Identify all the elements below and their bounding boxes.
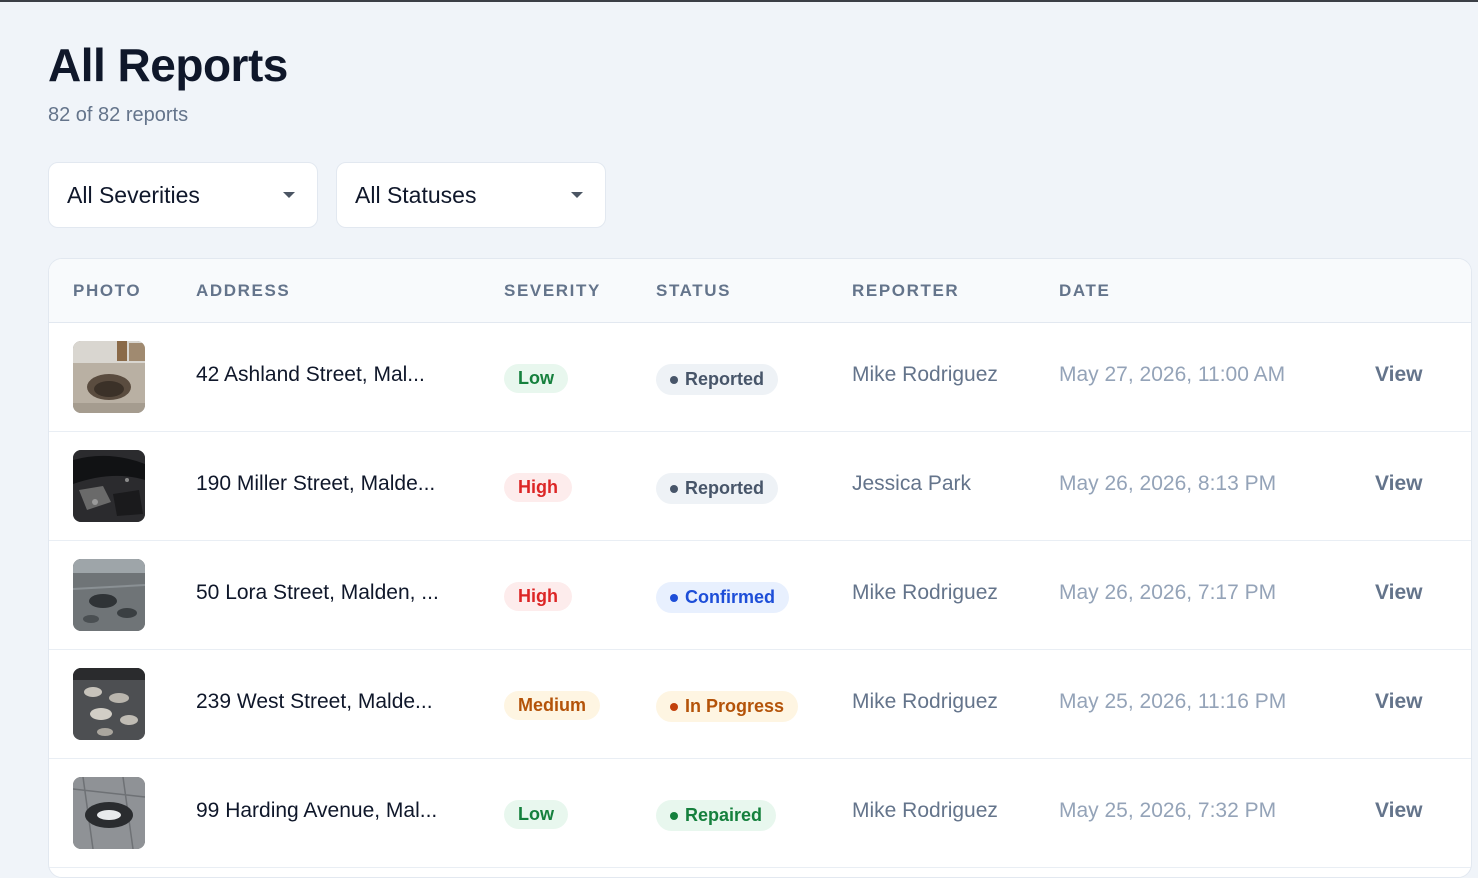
report-address: 190 Miller Street, Malde... — [196, 472, 436, 495]
report-date: May 26, 2026, 8:13 PM — [1059, 472, 1277, 495]
status-badge: In Progress — [656, 691, 799, 722]
report-reporter: Mike Rodriguez — [852, 363, 998, 386]
status-dot-icon — [670, 702, 678, 711]
severity-filter-value: All Severities — [67, 181, 200, 208]
severity-badge: High — [504, 473, 572, 502]
report-address: 239 West Street, Malde... — [196, 690, 433, 713]
severity-badge: High — [504, 582, 572, 611]
severity-badge: Medium — [504, 691, 601, 720]
status-label: Repaired — [685, 805, 763, 825]
status-dot-icon — [670, 375, 678, 384]
status-badge: Reported — [656, 364, 779, 395]
reports-table: PHOTO ADDRESS SEVERITY STATUS REPORTER D… — [48, 258, 1472, 878]
report-photo[interactable] — [73, 777, 145, 849]
header-reporter: REPORTER — [852, 281, 960, 300]
severity-badge: Low — [504, 800, 568, 829]
status-badge: Confirmed — [656, 582, 789, 613]
report-reporter: Mike Rodriguez — [852, 799, 998, 822]
view-report-link[interactable]: View — [1375, 472, 1422, 496]
report-date: May 25, 2026, 7:32 PM — [1059, 799, 1277, 822]
status-dot-icon — [670, 484, 678, 493]
header-date: DATE — [1059, 281, 1111, 300]
status-label: In Progress — [685, 696, 785, 716]
report-reporter: Mike Rodriguez — [852, 581, 998, 604]
severity-filter-select[interactable]: All Severities — [48, 162, 318, 228]
report-date: May 26, 2026, 7:17 PM — [1059, 581, 1277, 604]
view-report-link[interactable]: View — [1375, 690, 1422, 714]
report-photo[interactable] — [73, 559, 145, 631]
status-dot-icon — [670, 593, 678, 602]
report-address: 99 Harding Avenue, Mal... — [196, 799, 438, 822]
report-photo[interactable] — [73, 450, 145, 522]
table-row[interactable]: 99 Harding Avenue, Mal... Low Repaired Mike… — [49, 759, 1471, 868]
report-reporter: Mike Rodriguez — [852, 690, 998, 713]
chevron-down-icon — [283, 192, 295, 198]
report-address: 42 Ashland Street, Mal... — [196, 363, 425, 386]
view-report-link[interactable]: View — [1375, 799, 1422, 823]
table-row[interactable]: 239 West Street, Malde... Medium In Progre… — [49, 650, 1471, 759]
header-severity: SEVERITY — [504, 281, 601, 300]
view-report-link[interactable]: View — [1375, 581, 1422, 605]
status-badge: Reported — [656, 473, 779, 504]
status-label: Reported — [685, 478, 765, 498]
table-header: PHOTO ADDRESS SEVERITY STATUS REPORTER D… — [49, 259, 1471, 323]
report-reporter: Jessica Park — [852, 472, 972, 495]
window-top-border — [0, 0, 1478, 2]
report-date: May 27, 2026, 11:00 AM — [1059, 363, 1286, 386]
status-label: Confirmed — [685, 587, 775, 607]
table-row[interactable]: 190 Miller Street, Malde... High Reported J… — [49, 432, 1471, 541]
report-photo[interactable] — [73, 341, 145, 413]
report-photo[interactable] — [73, 668, 145, 740]
status-badge: Repaired — [656, 800, 777, 831]
header-address: ADDRESS — [196, 281, 291, 300]
severity-badge: Low — [504, 364, 568, 393]
chevron-down-icon — [571, 192, 583, 198]
status-filter-select[interactable]: All Statuses — [336, 162, 606, 228]
status-dot-icon — [670, 811, 678, 820]
report-address: 50 Lora Street, Malden, ... — [196, 581, 439, 604]
header-photo: PHOTO — [73, 281, 142, 300]
header-status: STATUS — [656, 281, 732, 300]
report-date: May 25, 2026, 11:16 PM — [1059, 690, 1287, 713]
table-row[interactable]: 42 Ashland Street, Mal... Low Reported Mike… — [49, 323, 1471, 432]
table-row[interactable]: 50 Lora Street, Malden, ... High Confirmed… — [49, 541, 1471, 650]
report-count: 82 of 82 reports — [48, 104, 189, 126]
status-label: Reported — [685, 369, 765, 389]
view-report-link[interactable]: View — [1375, 363, 1422, 387]
page-title: All Reports — [48, 39, 288, 91]
status-filter-value: All Statuses — [355, 181, 477, 208]
